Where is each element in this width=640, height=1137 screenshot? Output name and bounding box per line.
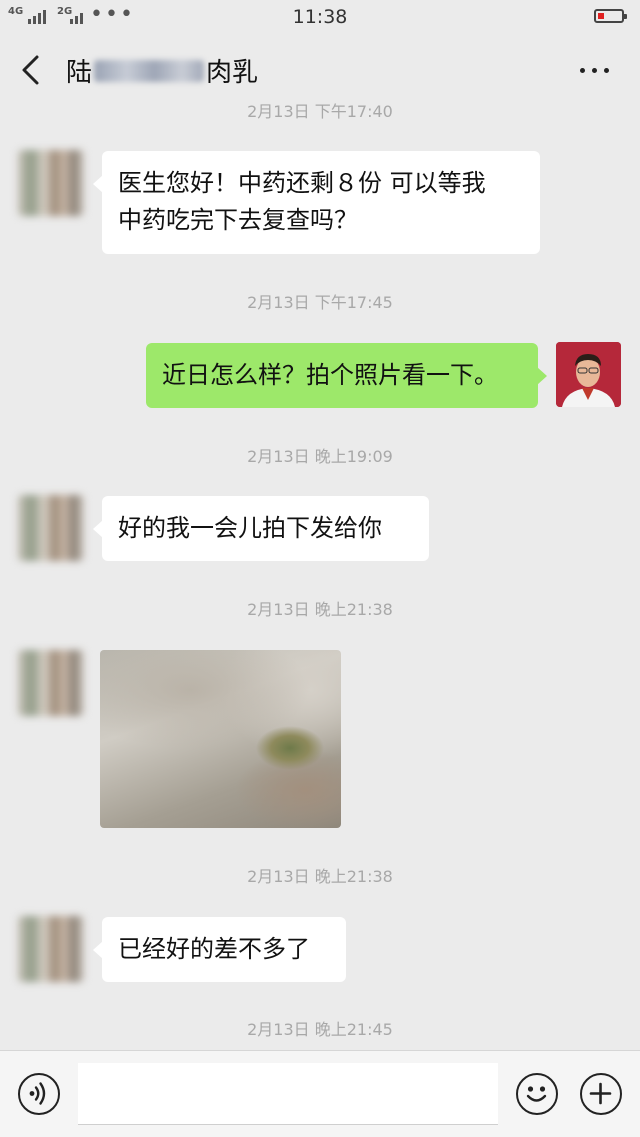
message-timestamp: 2月13日 晚上21:45 (247, 1020, 393, 1039)
contact-avatar[interactable] (18, 150, 84, 216)
chat-title-suffix: 肉乳 (206, 58, 259, 88)
status-time: 11:38 (292, 6, 348, 28)
chat-title: 陆 肉乳 (66, 52, 258, 89)
message-text-line: 好的我一会儿拍下发给你 (118, 514, 382, 542)
message-text-line: 医生您好！中药还剩８份 可以等我 (118, 169, 486, 197)
emoji-icon[interactable] (516, 1073, 558, 1115)
message-text-line: 近日怎么样？拍个照片看一下。 (162, 361, 498, 389)
status-bar: 4G 2G ••• 11:38 (0, 0, 640, 34)
message-bubble-received[interactable]: 医生您好！中药还剩８份 可以等我 中药吃完下去复查吗？ (93, 151, 540, 254)
chat-title-prefix: 陆 (66, 58, 93, 88)
message-bubble-received[interactable]: 好的我一会儿拍下发给你 (93, 496, 429, 561)
message-image[interactable] (100, 650, 341, 828)
message-input[interactable] (78, 1063, 498, 1125)
message-bubble-received[interactable]: 已经好的差不多了 (93, 917, 346, 982)
chat-header: 陆 肉乳 (0, 34, 640, 108)
message-timestamp: 2月13日 晚上19:09 (247, 447, 393, 466)
message-text-line: 已经好的差不多了 (118, 935, 310, 963)
more-dots-icon[interactable] (578, 54, 612, 84)
message-timestamp: 2月13日 下午17:40 (247, 102, 393, 121)
user-avatar[interactable] (556, 342, 621, 407)
plus-icon[interactable] (580, 1073, 622, 1115)
message-timestamp: 2月13日 下午17:45 (247, 293, 393, 312)
input-bar (0, 1050, 640, 1137)
message-timestamp: 2月13日 晚上21:38 (247, 600, 393, 619)
contact-avatar[interactable] (18, 495, 84, 561)
chevron-left-icon[interactable] (16, 53, 46, 87)
voice-icon[interactable] (18, 1073, 60, 1115)
doctor-portrait-icon (556, 342, 621, 407)
contact-avatar[interactable] (18, 916, 84, 982)
blurred-name (94, 59, 205, 82)
message-timestamp: 2月13日 晚上21:38 (247, 867, 393, 886)
battery-icon (594, 9, 627, 23)
battery-level (598, 13, 604, 19)
message-bubble-sent[interactable]: 近日怎么样？拍个照片看一下。 (146, 343, 547, 408)
message-text-line: 中药吃完下去复查吗？ (118, 206, 358, 234)
contact-avatar[interactable] (18, 650, 84, 716)
